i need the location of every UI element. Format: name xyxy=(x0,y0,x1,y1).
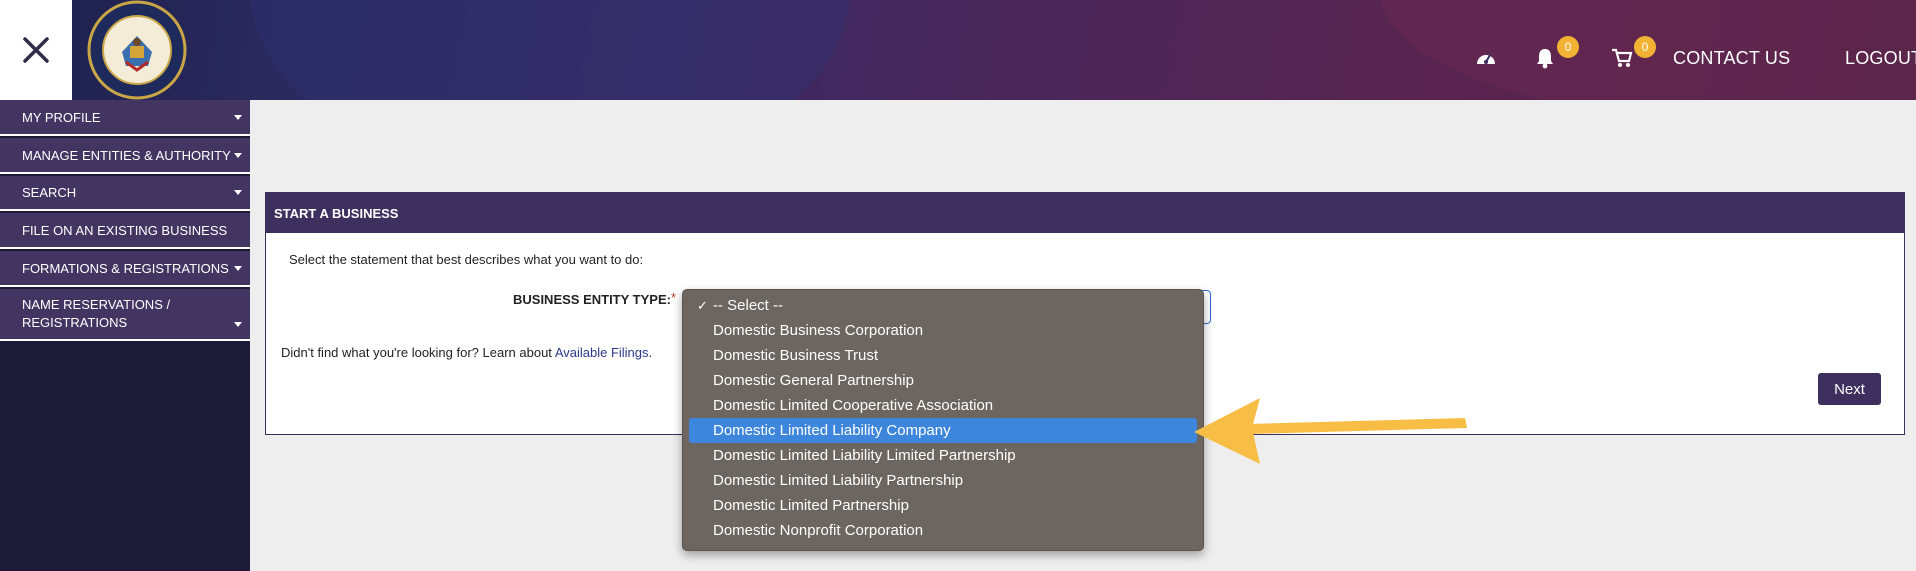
dropdown-option-limited-partnership[interactable]: Domestic Limited Partnership xyxy=(689,493,1197,518)
option-label: Domestic Limited Liability Company xyxy=(713,422,951,439)
caret-down-icon xyxy=(234,114,242,120)
caret-down-icon xyxy=(234,265,242,271)
close-icon xyxy=(23,37,49,63)
sidebar-item-label: SEARCH xyxy=(22,185,77,200)
dropdown-option-llc-limited-partnership[interactable]: Domestic Limited Liability Limited Partn… xyxy=(689,443,1197,468)
sidebar-item-my-profile[interactable]: MY PROFILE xyxy=(0,100,250,136)
logout-link[interactable]: LOGOUT xyxy=(1845,48,1916,69)
dropdown-option-limited-cooperative[interactable]: Domestic Limited Cooperative Association xyxy=(689,393,1197,418)
notifications-button[interactable] xyxy=(1531,44,1559,72)
option-label: Domestic Business Corporation xyxy=(713,322,924,339)
sidebar-item-label: MANAGE ENTITIES & AUTHORITY xyxy=(22,147,231,163)
business-entity-type-label: BUSINESS ENTITY TYPE: xyxy=(513,292,671,307)
help-text-prefix: Didn't find what you're looking for? Lea… xyxy=(281,345,555,360)
header-decoration xyxy=(250,0,850,100)
option-label: Domestic Limited Liability Limited Partn… xyxy=(713,447,1016,464)
dropdown-option-llp[interactable]: Domestic Limited Liability Partnership xyxy=(689,468,1197,493)
available-filings-link[interactable]: Available Filings xyxy=(555,345,649,360)
dropdown-option-business-corporation[interactable]: Domestic Business Corporation xyxy=(689,318,1197,343)
close-menu-button[interactable] xyxy=(0,0,72,100)
sidebar: MY PROFILE MANAGE ENTITIES & AUTHORITY S… xyxy=(0,100,250,571)
dropdown-option-nonprofit-corporation[interactable]: Domestic Nonprofit Corporation xyxy=(689,518,1197,543)
top-header: 0 0 CONTACT US LOGOUT xyxy=(0,0,1916,100)
annotation-arrow-icon xyxy=(1194,398,1467,464)
sidebar-item-search[interactable]: SEARCH xyxy=(0,176,250,211)
sidebar-item-label: NAME RESERVATIONS / REGISTRATIONS xyxy=(22,297,171,330)
bell-icon xyxy=(1537,49,1553,69)
help-text: Didn't find what you're looking for? Lea… xyxy=(281,345,652,360)
sidebar-item-name-reservations[interactable]: NAME RESERVATIONS / REGISTRATIONS xyxy=(0,289,250,341)
sidebar-item-label: FORMATIONS & REGISTRATIONS xyxy=(22,260,229,276)
help-text-suffix: . xyxy=(648,345,653,360)
option-label: Domestic Business Trust xyxy=(713,347,879,364)
dashboard-gauge-icon xyxy=(1477,54,1495,64)
cart-icon xyxy=(1612,48,1633,67)
notifications-count-badge: 0 xyxy=(1557,36,1579,58)
option-label: Domestic Limited Partnership xyxy=(713,497,909,514)
dropdown-option-select[interactable]: ✓ -- Select -- xyxy=(689,293,1197,318)
required-marker: * xyxy=(671,290,677,305)
sidebar-item-label: MY PROFILE xyxy=(22,109,101,125)
panel-title: START A BUSINESS xyxy=(266,193,1904,233)
state-seal-logo[interactable] xyxy=(86,0,188,100)
dropdown-option-llc-highlighted[interactable]: Domestic Limited Liability Company xyxy=(689,418,1197,443)
sidebar-item-formations-registrations[interactable]: FORMATIONS & REGISTRATIONS xyxy=(0,251,250,287)
cart-count-badge: 0 xyxy=(1634,36,1656,58)
option-label: Domestic General Partnership xyxy=(713,372,914,389)
checkmark-icon: ✓ xyxy=(697,297,708,313)
contact-us-link[interactable]: CONTACT US xyxy=(1673,48,1790,69)
caret-down-icon xyxy=(234,152,242,158)
option-label: -- Select -- xyxy=(713,297,784,314)
option-label: Domestic Limited Liability Partnership xyxy=(713,472,964,489)
dropdown-option-business-trust[interactable]: Domestic Business Trust xyxy=(689,343,1197,368)
sidebar-item-manage-entities[interactable]: MANAGE ENTITIES & AUTHORITY xyxy=(0,138,250,174)
cart-button[interactable] xyxy=(1608,44,1636,72)
instruction-text: Select the statement that best describes… xyxy=(289,252,644,267)
caret-down-icon xyxy=(234,190,242,195)
sidebar-item-label: FILE ON AN EXISTING BUSINESS xyxy=(22,222,228,238)
dashboard-button[interactable] xyxy=(1472,44,1500,72)
entity-type-dropdown-list: ✓ -- Select -- Domestic Business Corpora… xyxy=(682,289,1204,551)
dropdown-option-general-partnership[interactable]: Domestic General Partnership xyxy=(689,368,1197,393)
sidebar-item-file-existing-business[interactable]: FILE ON AN EXISTING BUSINESS xyxy=(0,213,250,249)
option-label: Domestic Limited Cooperative Association xyxy=(713,397,994,414)
option-label: Domestic Nonprofit Corporation xyxy=(713,522,924,539)
next-button[interactable]: Next xyxy=(1818,373,1881,405)
caret-down-icon xyxy=(234,322,242,327)
